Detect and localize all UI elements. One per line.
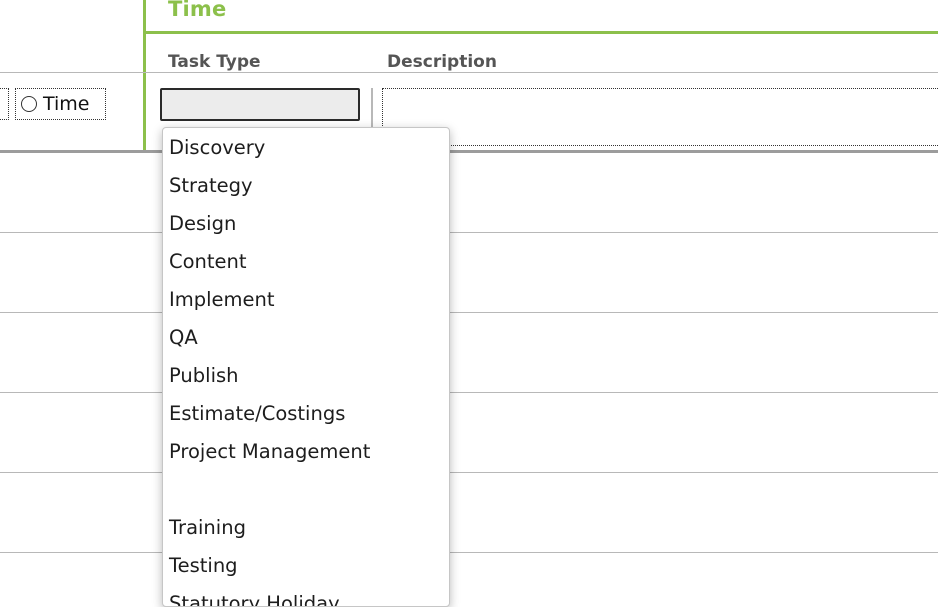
row-divider [0, 312, 938, 313]
dropdown-option-statutory-holiday[interactable]: Statutory Holiday [163, 585, 449, 606]
row-divider [0, 72, 938, 73]
dropdown-option-training[interactable]: Training [163, 509, 449, 547]
section-accent-vertical-line [143, 0, 146, 152]
dropdown-option-strategy[interactable]: Strategy [163, 167, 449, 205]
radio-option-time[interactable]: Time [15, 88, 106, 120]
section-title: Time [168, 0, 227, 21]
dropdown-option-implement[interactable]: Implement [163, 281, 449, 319]
dropdown-option-estimate-costings[interactable]: Estimate/Costings [163, 395, 449, 433]
dropdown-option-blank[interactable] [163, 471, 449, 509]
radio-option-previous[interactable] [0, 88, 9, 120]
dropdown-option-discovery[interactable]: Discovery [163, 129, 449, 167]
row-divider [0, 232, 938, 233]
dropdown-option-qa[interactable]: QA [163, 319, 449, 357]
section-accent-horizontal-line [143, 31, 938, 34]
dropdown-option-testing[interactable]: Testing [163, 547, 449, 585]
row-divider [0, 552, 938, 553]
task-type-select[interactable] [160, 88, 360, 121]
row-divider [0, 392, 938, 393]
row-divider-thick [0, 150, 938, 153]
radio-option-time-label: Time [43, 93, 90, 115]
dropdown-option-publish[interactable]: Publish [163, 357, 449, 395]
radio-circle-icon[interactable] [21, 96, 37, 112]
description-input[interactable] [382, 88, 938, 146]
task-type-dropdown-list[interactable]: Discovery Strategy Design Content Implem… [162, 127, 450, 607]
column-header-task-type: Task Type [168, 52, 261, 72]
row-divider [0, 472, 938, 473]
dropdown-option-design[interactable]: Design [163, 205, 449, 243]
dropdown-option-project-management[interactable]: Project Management [163, 433, 449, 471]
dropdown-option-content[interactable]: Content [163, 243, 449, 281]
column-header-description: Description [387, 52, 497, 72]
